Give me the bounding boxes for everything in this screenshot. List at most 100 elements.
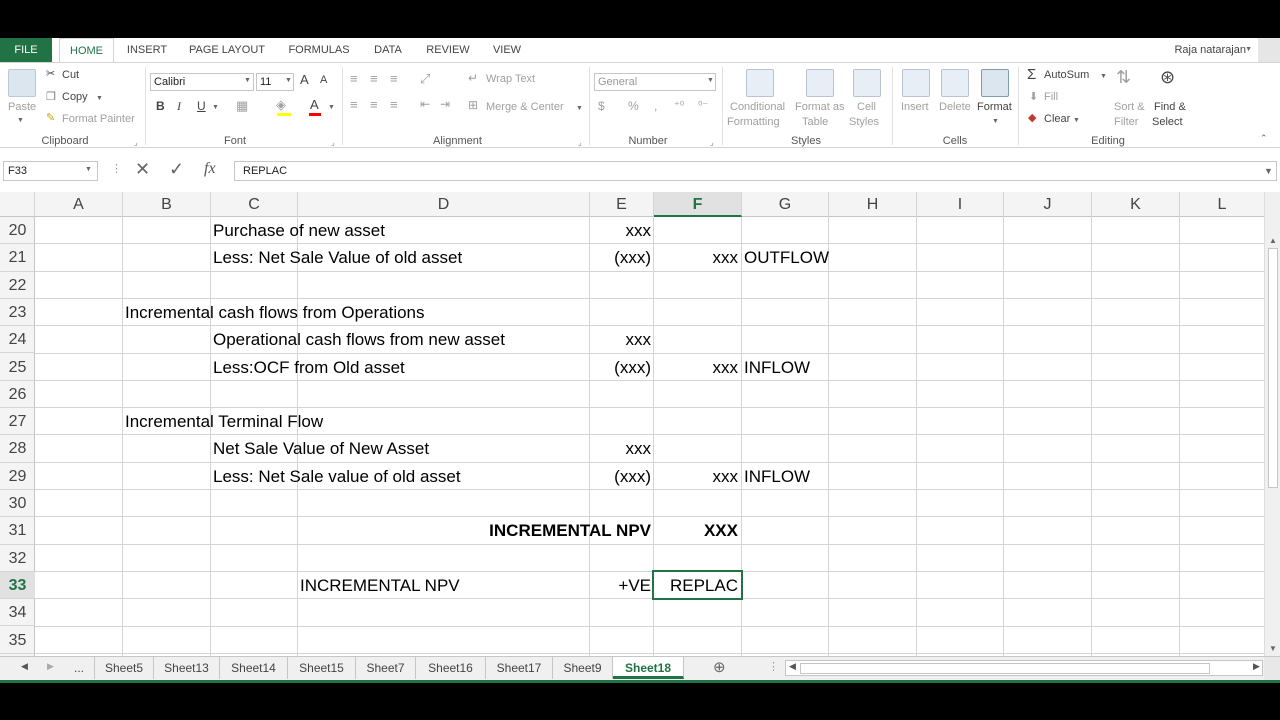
cell-f29[interactable]: xxx (654, 463, 739, 490)
delete-cells-icon[interactable] (941, 69, 969, 97)
borders-icon[interactable]: ▦ (236, 98, 248, 114)
expand-formula-bar-icon[interactable]: ▼ (1264, 166, 1273, 176)
cell-b23[interactable]: Incremental cash flows from Operations (125, 299, 425, 326)
column-header-a[interactable]: A (35, 192, 123, 217)
autosum-button[interactable]: AutoSum (1044, 69, 1089, 81)
bold-button[interactable]: B (156, 99, 165, 113)
cell-e31[interactable]: INCREMENTAL NPV (299, 517, 651, 544)
row-header[interactable]: 26 (0, 381, 35, 409)
conditional-formatting-label[interactable]: Conditional (730, 101, 785, 113)
wrap-text-icon[interactable]: ↵ (468, 71, 478, 85)
row-header[interactable]: 22 (0, 272, 35, 299)
vertical-scroll-thumb[interactable] (1268, 248, 1278, 488)
column-header-k[interactable]: K (1092, 192, 1180, 217)
column-header-i[interactable]: I (917, 192, 1004, 217)
sheet-tab[interactable]: Sheet7 (356, 657, 416, 679)
more-sheets-button[interactable]: ... (64, 657, 94, 679)
row-header-selected[interactable]: 33 (0, 571, 35, 600)
row-header[interactable]: 31 (0, 517, 35, 545)
tab-home[interactable]: HOME (59, 38, 114, 63)
comma-button[interactable]: , (654, 99, 657, 113)
cell-c25[interactable]: Less:OCF from Old asset (213, 354, 405, 381)
italic-button[interactable]: I (177, 99, 181, 114)
scroll-left-icon[interactable]: ◀ (789, 661, 796, 672)
confirm-entry-icon[interactable]: ✓ (169, 159, 184, 180)
cut-button[interactable]: Cut (62, 69, 79, 81)
sheet-tab[interactable]: Sheet9 (553, 657, 613, 679)
clear-icon[interactable]: ◆ (1028, 111, 1036, 124)
number-format-select[interactable]: General (594, 73, 716, 91)
format-as-table-label[interactable]: Format as (795, 101, 845, 113)
sort-filter-label[interactable]: Sort & (1114, 101, 1145, 113)
scroll-right-icon[interactable]: ▶ (1253, 661, 1260, 672)
cell-styles-label[interactable]: Cell (857, 101, 876, 113)
row-header[interactable]: 21 (0, 244, 35, 272)
copy-button[interactable]: Copy (62, 91, 88, 103)
cell-grid[interactable]: Purchase of new asset xxx Less: Net Sale… (35, 217, 1264, 656)
find-select-label-2[interactable]: Select (1152, 116, 1183, 128)
percent-button[interactable]: % (628, 99, 639, 113)
cell-styles-icon[interactable] (853, 69, 881, 97)
row-header[interactable]: 27 (0, 408, 35, 436)
cell-e21[interactable]: (xxx) (590, 244, 651, 271)
scroll-tabs-right-icon[interactable]: ▶ (47, 661, 54, 672)
delete-cells-button[interactable]: Delete (939, 101, 971, 113)
format-as-table-label-2[interactable]: Table (802, 116, 828, 128)
collapse-ribbon-icon[interactable]: ⌃ (1260, 133, 1268, 144)
row-header[interactable]: 24 (0, 326, 35, 354)
paste-button[interactable]: Paste (8, 101, 36, 113)
shrink-font-button[interactable]: A (320, 74, 327, 86)
merge-center-icon[interactable]: ⊞ (468, 98, 478, 112)
column-header-d[interactable]: D (298, 192, 590, 217)
find-select-label[interactable]: Find & (1154, 101, 1186, 113)
format-dropdown-icon[interactable]: ▼ (992, 118, 999, 125)
find-select-icon[interactable]: ⊛ (1160, 67, 1175, 88)
row-header[interactable]: 30 (0, 490, 35, 518)
cancel-entry-icon[interactable]: ✕ (135, 159, 150, 180)
row-header[interactable]: 29 (0, 463, 35, 490)
autosum-dropdown-icon[interactable]: ▼ (1100, 73, 1107, 80)
row-header[interactable]: 25 (0, 354, 35, 381)
cut-icon[interactable]: ✂ (46, 67, 55, 80)
merge-center-button[interactable]: Merge & Center (486, 101, 564, 113)
clear-button[interactable]: Clear (1044, 113, 1070, 125)
tab-review[interactable]: REVIEW (418, 38, 478, 62)
sort-filter-label-2[interactable]: Filter (1114, 116, 1138, 128)
align-bottom-icon[interactable]: ≡ (390, 71, 398, 86)
column-header-g[interactable]: G (742, 192, 829, 217)
font-size-dropdown-icon[interactable]: ▼ (285, 77, 292, 84)
horizontal-scroll-thumb[interactable] (800, 663, 1210, 674)
insert-cells-button[interactable]: Insert (901, 101, 929, 113)
user-name[interactable]: Raja natarajan (1174, 38, 1246, 62)
ribbon-scrollbar[interactable] (1258, 38, 1280, 62)
underline-dropdown-icon[interactable]: ▼ (212, 104, 219, 111)
row-header[interactable]: 28 (0, 435, 35, 463)
column-header-l[interactable]: L (1180, 192, 1264, 217)
cell-f21[interactable]: xxx (654, 244, 739, 271)
fill-button[interactable]: Fill (1044, 91, 1058, 103)
cell-g25[interactable]: INFLOW (744, 354, 810, 381)
select-all-corner[interactable] (0, 192, 35, 217)
conditional-formatting-label-2[interactable]: Formatting (727, 116, 780, 128)
insert-cells-icon[interactable] (902, 69, 930, 97)
align-middle-icon[interactable]: ≡ (370, 71, 378, 86)
formula-bar-handle-icon[interactable]: ⋮ (111, 162, 122, 175)
name-box[interactable]: F33 (3, 161, 98, 181)
format-painter-icon[interactable]: ✎ (46, 111, 55, 124)
cell-e29[interactable]: (xxx) (590, 463, 651, 490)
sheet-tab[interactable]: Sheet13 (154, 657, 220, 679)
row-header[interactable]: 35 (0, 627, 35, 654)
cell-b27[interactable]: Incremental Terminal Flow (125, 408, 323, 435)
clear-dropdown-icon[interactable]: ▼ (1073, 117, 1080, 124)
copy-icon[interactable]: ❐ (46, 90, 56, 103)
cell-e24[interactable]: xxx (590, 326, 652, 353)
alignment-launcher-icon[interactable]: ⌟ (578, 138, 582, 147)
copy-dropdown-icon[interactable]: ▼ (96, 95, 103, 102)
wrap-text-button[interactable]: Wrap Text (486, 73, 535, 85)
tab-formulas[interactable]: FORMULAS (280, 38, 358, 62)
column-header-j[interactable]: J (1004, 192, 1092, 217)
row-header[interactable]: 34 (0, 599, 35, 627)
cell-e25[interactable]: (xxx) (590, 354, 651, 381)
font-color-icon[interactable]: A (310, 97, 319, 112)
cell-c20[interactable]: Purchase of new asset (213, 217, 385, 244)
